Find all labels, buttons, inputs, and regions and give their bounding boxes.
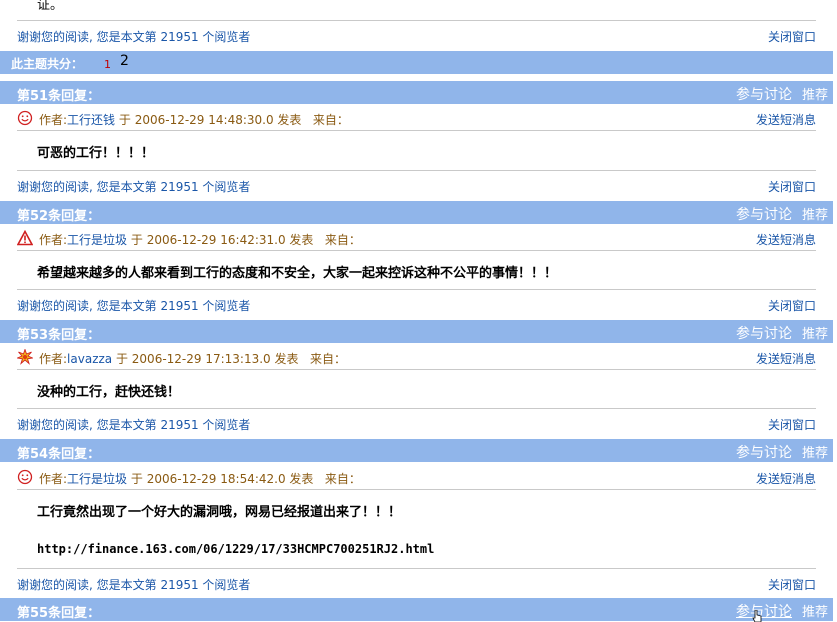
divider	[17, 170, 816, 171]
discuss-link[interactable]: 参与讨论	[736, 323, 792, 343]
discuss-link[interactable]: 参与讨论	[736, 204, 792, 224]
divider	[17, 250, 816, 251]
post-time: 于 2006-12-29 18:54:42.0 发表	[130, 472, 314, 486]
page-link-2[interactable]: 2	[120, 53, 129, 69]
send-message-link[interactable]: 发送短消息	[756, 231, 816, 248]
reader-count-text: 谢谢您的阅读, 您是本文第 21951 个阅览者	[17, 578, 251, 592]
divider	[17, 489, 816, 490]
reply-title: 第53条回复：	[17, 328, 101, 343]
discuss-link[interactable]: 参与讨论	[736, 442, 792, 462]
from-label: 来自：	[312, 113, 349, 127]
author-link[interactable]: 工行是垃圾	[67, 233, 127, 247]
post-footer: 谢谢您的阅读, 您是本文第 21951 个阅览者 关闭窗口	[0, 410, 837, 434]
author-info: 作者:工行是垃圾 于 2006-12-29 16:42:31.0 发表 来自：	[39, 231, 361, 248]
post-time: 于 2006-12-29 14:48:30.0 发表	[118, 113, 302, 127]
recommend-link[interactable]: 推荐	[802, 204, 828, 223]
reply-header: 第52条回复： 参与讨论 推荐	[0, 201, 833, 224]
recommend-link[interactable]: 推荐	[802, 84, 828, 103]
reply-header: 第55条回复： 参与讨论 推荐	[0, 598, 833, 621]
divider	[17, 568, 816, 569]
reply-title: 第52条回复：	[17, 209, 101, 224]
send-message-link[interactable]: 发送短消息	[756, 470, 816, 487]
from-label: 来自：	[324, 472, 361, 486]
post-footer: 谢谢您的阅读, 您是本文第 21951 个阅览者 关闭窗口	[0, 172, 837, 196]
discuss-link[interactable]: 参与讨论	[736, 84, 792, 104]
divider	[17, 289, 816, 290]
send-message-link[interactable]: 发送短消息	[756, 350, 816, 367]
author-prefix: 作者:	[39, 233, 68, 247]
author-info: 作者:工行还钱 于 2006-12-29 14:48:30.0 发表 来自：	[39, 111, 349, 128]
close-window-link[interactable]: 关闭窗口	[768, 297, 816, 314]
reply-body: 可恶的工行！！！！	[37, 146, 155, 161]
reply-meta: 作者:工行还钱 于 2006-12-29 14:48:30.0 发表 来自： 发…	[0, 107, 837, 129]
post-footer: 谢谢您的阅读, 您是本文第 21951 个阅览者 关闭窗口	[0, 291, 837, 315]
reply-title: 第51条回复：	[17, 89, 101, 104]
author-info: 作者:工行是垃圾 于 2006-12-29 18:54:42.0 发表 来自：	[39, 470, 361, 487]
reader-count-text: 谢谢您的阅读, 您是本文第 21951 个阅览者	[17, 30, 251, 44]
post-time: 于 2006-12-29 17:13:13.0 发表	[115, 352, 299, 366]
reply-title: 第54条回复：	[17, 447, 101, 462]
divider	[17, 130, 816, 131]
author-prefix: 作者:	[39, 113, 68, 127]
smiley-icon	[17, 469, 33, 485]
reply-body: 希望越来越多的人都来看到工行的态度和不安全，大家一起来控诉这种不公平的事情！！！	[37, 266, 558, 281]
author-link[interactable]: 工行是垃圾	[67, 472, 127, 486]
send-message-link[interactable]: 发送短消息	[756, 111, 816, 128]
post-body-tail: 证。	[37, 0, 64, 13]
reply-meta: 作者:lavazza 于 2006-12-29 17:13:13.0 发表 来自…	[0, 346, 837, 368]
recommend-link[interactable]: 推荐	[802, 323, 828, 342]
page-link-1[interactable]: 1	[104, 58, 111, 71]
close-window-link[interactable]: 关闭窗口	[768, 28, 816, 45]
recommend-link[interactable]: 推荐	[802, 442, 828, 461]
author-prefix: 作者:	[39, 352, 68, 366]
explosion-icon	[17, 349, 33, 365]
author-info: 作者:lavazza 于 2006-12-29 17:13:13.0 发表 来自…	[39, 350, 346, 367]
post-footer: 谢谢您的阅读, 您是本文第 21951 个阅览者 关闭窗口	[0, 22, 837, 46]
author-prefix: 作者:	[39, 472, 68, 486]
post-footer: 谢谢您的阅读, 您是本文第 21951 个阅览者 关闭窗口	[0, 570, 837, 594]
hand-cursor-icon	[752, 610, 762, 622]
reply-body: 没种的工行，赶快还钱！	[37, 385, 181, 400]
recommend-link[interactable]: 推荐	[802, 601, 828, 620]
reader-count-text: 谢谢您的阅读, 您是本文第 21951 个阅览者	[17, 418, 251, 432]
divider	[17, 408, 816, 409]
reply-title: 第55条回复：	[17, 606, 101, 621]
reader-count-text: 谢谢您的阅读, 您是本文第 21951 个阅览者	[17, 299, 251, 313]
close-window-link[interactable]: 关闭窗口	[768, 416, 816, 433]
divider	[17, 20, 816, 21]
close-window-link[interactable]: 关闭窗口	[768, 178, 816, 195]
reply-meta: 作者:工行是垃圾 于 2006-12-29 18:54:42.0 发表 来自： …	[0, 466, 837, 488]
smiley-icon	[17, 110, 33, 126]
reply-header: 第53条回复： 参与讨论 推荐	[0, 320, 833, 343]
reply-header: 第51条回复： 参与讨论 推荐	[0, 81, 833, 104]
reply-header: 第54条回复： 参与讨论 推荐	[0, 439, 833, 462]
reply-meta: 作者:工行是垃圾 于 2006-12-29 16:42:31.0 发表 来自： …	[0, 227, 837, 249]
from-label: 来自：	[324, 233, 361, 247]
reply-body: 工行竟然出现了一个好大的漏洞哦，网易已经报道出来了！！！	[37, 505, 402, 520]
pagination-bar: 此主题共分： 1 2	[0, 51, 833, 74]
reply-url-text: http://finance.163.com/06/1229/17/33HCMP…	[37, 542, 435, 556]
pagination-label: 此主题共分：	[11, 57, 84, 71]
divider	[17, 369, 816, 370]
author-link[interactable]: 工行还钱	[67, 113, 115, 127]
reader-count-text: 谢谢您的阅读, 您是本文第 21951 个阅览者	[17, 180, 251, 194]
close-window-link[interactable]: 关闭窗口	[768, 576, 816, 593]
author-link[interactable]: lavazza	[67, 352, 112, 366]
post-time: 于 2006-12-29 16:42:31.0 发表	[130, 233, 314, 247]
from-label: 来自：	[309, 352, 346, 366]
warning-icon	[17, 230, 33, 246]
discuss-link[interactable]: 参与讨论	[736, 601, 792, 621]
